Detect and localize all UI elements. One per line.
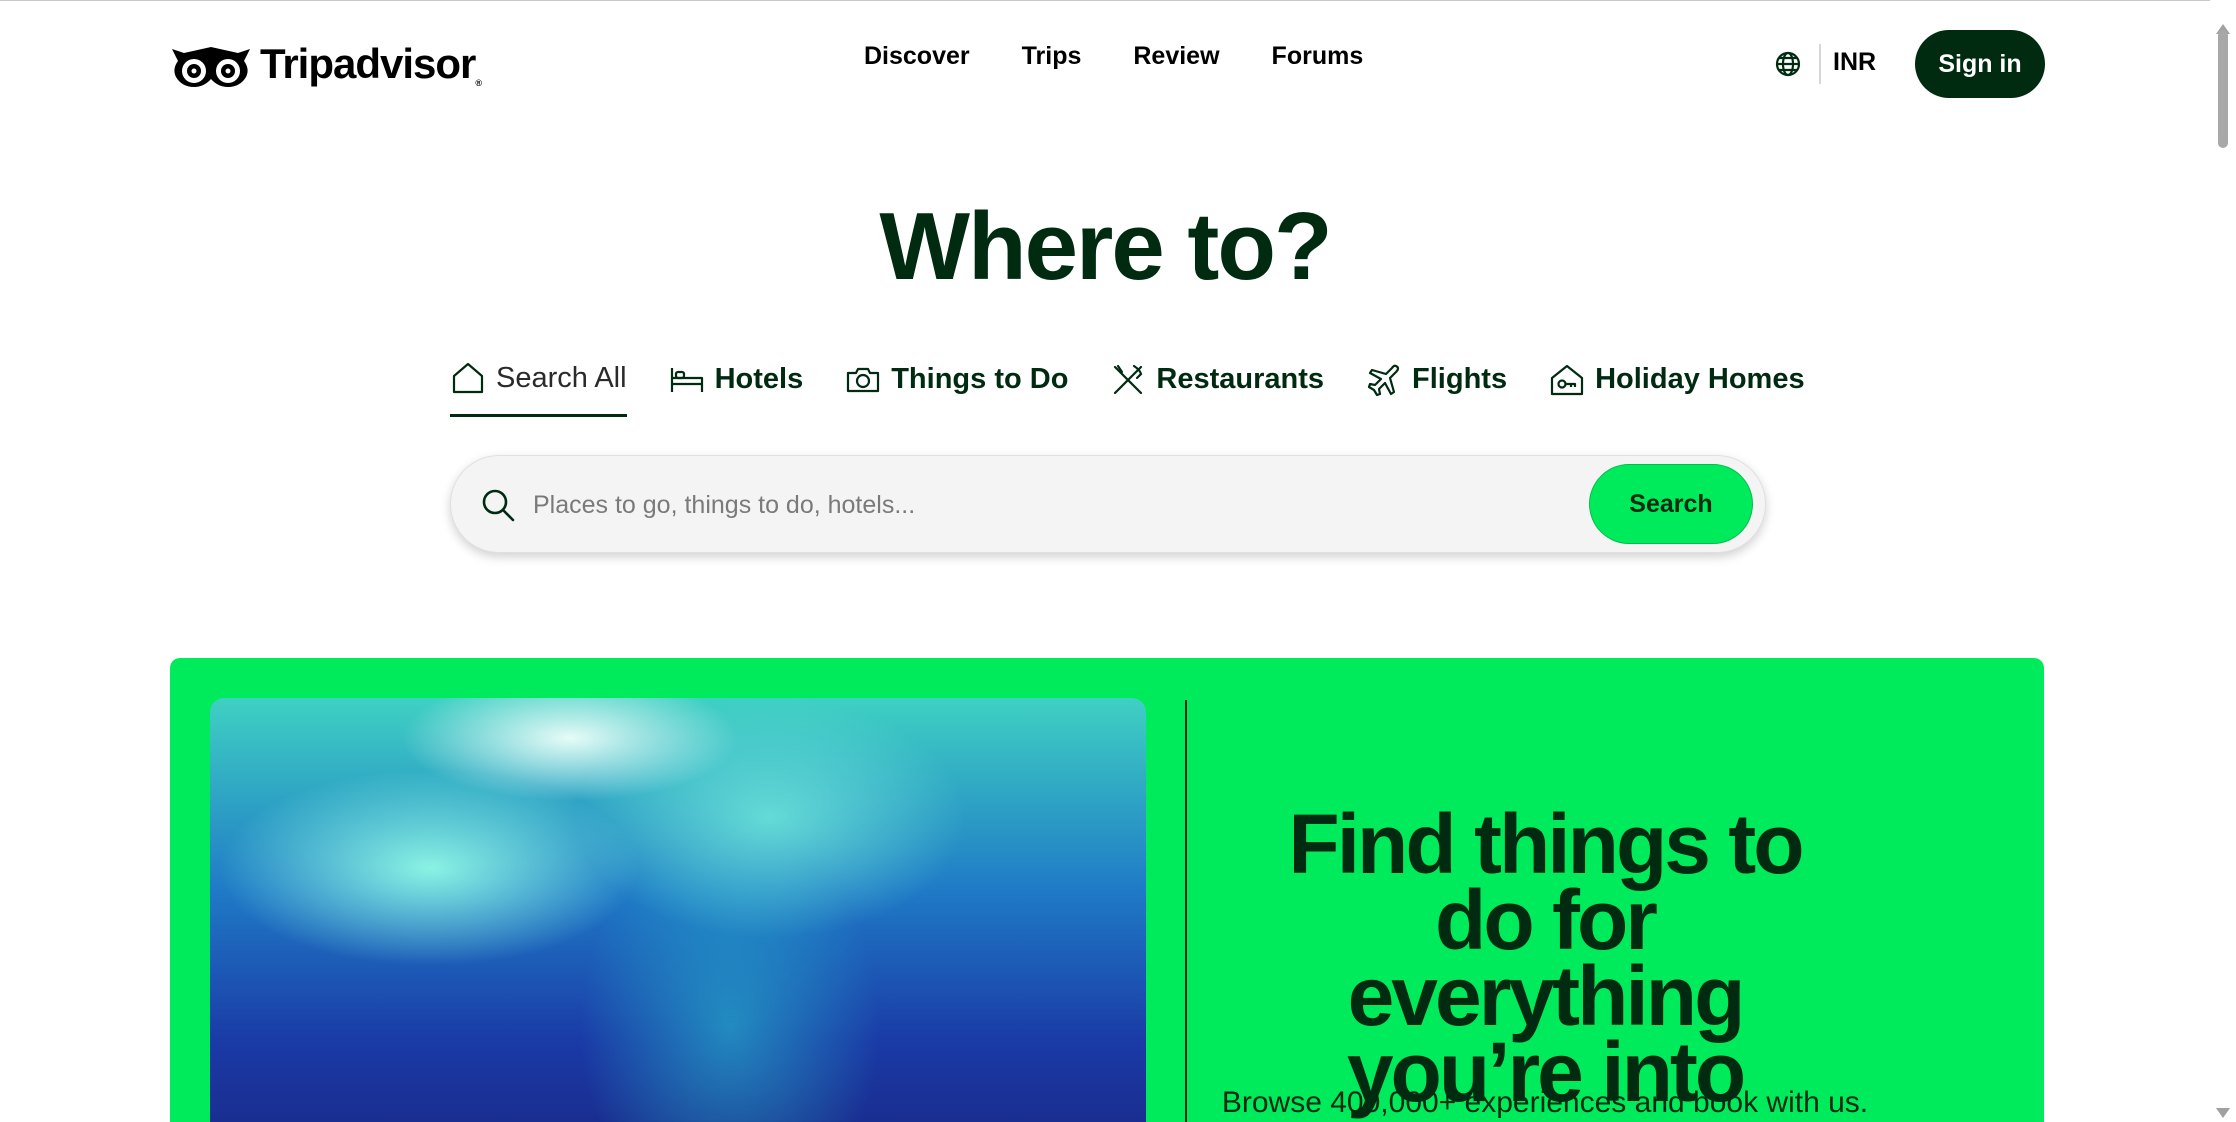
camera-icon: [847, 367, 880, 392]
tab-label: Restaurants: [1156, 363, 1325, 395]
tab-flights[interactable]: Flights: [1366, 360, 1507, 417]
tab-label: Holiday Homes: [1595, 363, 1805, 395]
tab-label: Search All: [496, 361, 627, 394]
tab-hotels[interactable]: Hotels: [669, 360, 804, 417]
house-key-icon: [1550, 364, 1584, 395]
logo-wordmark: Tripadvisor®: [260, 40, 482, 88]
plane-icon: [1367, 364, 1400, 396]
tab-things-to-do[interactable]: Things to Do: [845, 360, 1068, 417]
scroll-down-arrow-icon[interactable]: [2216, 1108, 2230, 1118]
nav-trips[interactable]: Trips: [1022, 42, 1082, 71]
sign-in-button[interactable]: Sign in: [1915, 30, 2045, 98]
nav-review[interactable]: Review: [1133, 42, 1219, 71]
tab-restaurants[interactable]: Restaurants: [1110, 360, 1324, 417]
owl-logo-icon: [172, 47, 250, 87]
search-category-tabs: Search All Hotels Things to Do Restauran…: [450, 360, 1805, 417]
bed-icon: [670, 367, 703, 392]
search-bar: Search: [450, 455, 1766, 553]
currency-selector[interactable]: INR: [1833, 48, 1876, 77]
home-icon: [452, 362, 484, 394]
tab-label: Hotels: [714, 363, 804, 395]
nav-forums[interactable]: Forums: [1272, 42, 1364, 71]
scrollbar-thumb[interactable]: [2218, 30, 2228, 148]
aurora-photo: [210, 698, 1146, 1122]
tab-label: Flights: [1412, 363, 1508, 395]
tripadvisor-logo[interactable]: Tripadvisor®: [170, 38, 482, 90]
page-title: Where to?: [879, 193, 1332, 300]
globe-icon[interactable]: [1774, 50, 1802, 78]
search-icon: [482, 489, 515, 522]
promo-title: Find things to do for everything you’re …: [1288, 797, 1804, 1119]
tab-label: Things to Do: [891, 363, 1069, 395]
site-header: Tripadvisor® Discover Trips Review Forum…: [0, 0, 2210, 126]
tab-search-all[interactable]: Search All: [450, 360, 627, 417]
search-button[interactable]: Search: [1589, 464, 1753, 544]
header-divider: [1819, 44, 1821, 84]
search-input[interactable]: [533, 476, 1533, 534]
tab-holiday-homes[interactable]: Holiday Homes: [1549, 360, 1805, 417]
nav-discover[interactable]: Discover: [864, 42, 970, 71]
page-scrollbar[interactable]: [2210, 0, 2236, 1122]
promo-subtitle: Browse 400,000+ experiences and book wit…: [1221, 1086, 1869, 1119]
promo-divider: [1185, 700, 1187, 1122]
main-nav: Discover Trips Review Forums: [864, 42, 1363, 71]
cutlery-icon: [1114, 364, 1143, 394]
things-to-do-promo-banner: Find things to do for everything you’re …: [170, 658, 2044, 1122]
